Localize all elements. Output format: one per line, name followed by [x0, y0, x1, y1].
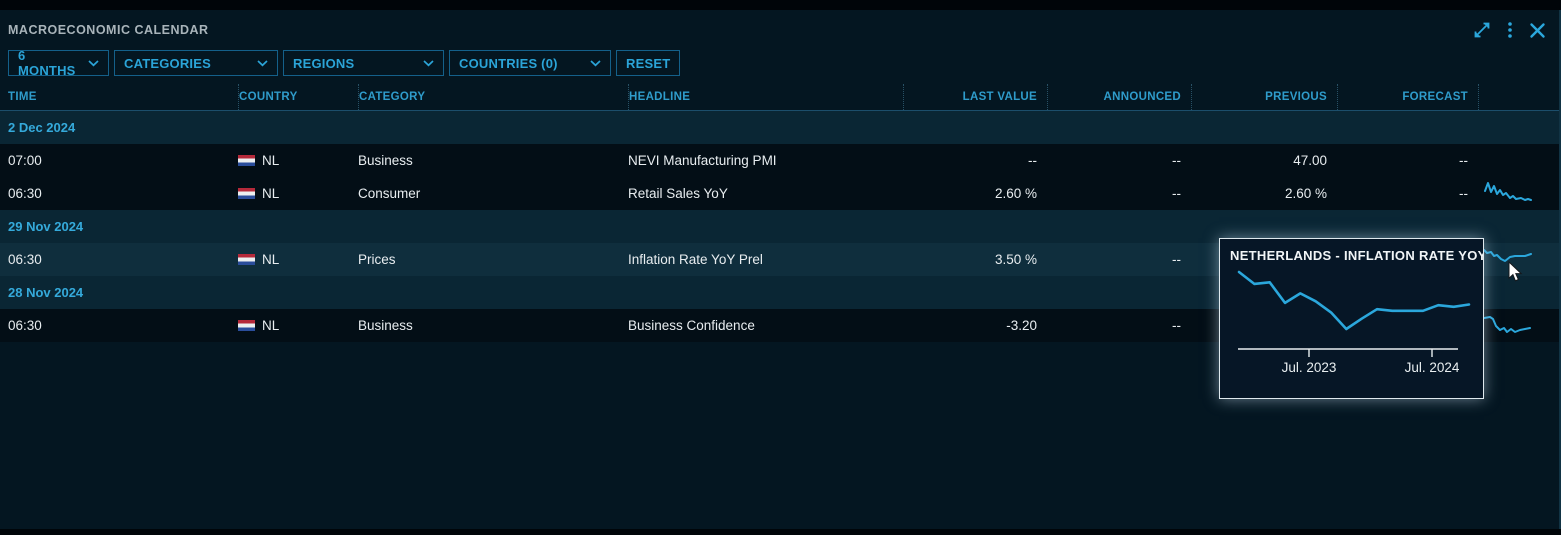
mini-chart-cell[interactable]: [1478, 177, 1559, 210]
categories-select[interactable]: CATEGORIES: [114, 50, 278, 76]
country-code: NL: [262, 153, 279, 168]
announced-cell: --: [1047, 177, 1191, 210]
col-header-category[interactable]: CATEGORY: [358, 84, 628, 110]
categories-select-label: CATEGORIES: [124, 56, 211, 71]
country-cell: NL: [238, 144, 358, 177]
col-header-headline[interactable]: HEADLINE: [628, 84, 903, 110]
col-header-announced[interactable]: ANNOUNCED: [1047, 84, 1191, 110]
mini-chart-cell: [1478, 144, 1559, 177]
headline-cell: Retail Sales YoY: [628, 177, 903, 210]
netherlands-flag-icon: [238, 254, 255, 265]
table-header-row: TIME COUNTRY CATEGORY HEADLINE LAST VALU…: [0, 84, 1559, 111]
announced-cell: --: [1047, 243, 1191, 276]
mouse-cursor-icon: [1508, 261, 1523, 288]
country-code: NL: [262, 318, 279, 333]
last-value-cell: 3.50 %: [903, 243, 1047, 276]
calendar-row[interactable]: 07:00NLBusinessNEVI Manufacturing PMI---…: [0, 144, 1559, 177]
close-icon[interactable]: [1528, 21, 1547, 40]
period-select-label: 6 MONTHS: [18, 48, 80, 78]
bottom-black-strip: [0, 529, 1561, 535]
sparkline-chart[interactable]: [1484, 314, 1534, 337]
date-group-row: 2 Dec 2024: [0, 111, 1559, 144]
netherlands-flag-icon: [238, 320, 255, 331]
widget-title: MACROECONOMIC CALENDAR: [8, 23, 209, 37]
last-value-cell: --: [903, 144, 1047, 177]
calendar-row[interactable]: 06:30NLConsumerRetail Sales YoY2.60 %--2…: [0, 177, 1559, 210]
country-code: NL: [262, 186, 279, 201]
previous-cell: 47.00: [1191, 144, 1337, 177]
headline-cell: Inflation Rate YoY Prel: [628, 243, 903, 276]
time-cell: 06:30: [0, 177, 238, 210]
col-header-forecast[interactable]: FORECAST: [1337, 84, 1478, 110]
netherlands-flag-icon: [238, 155, 255, 166]
last-value-cell: 2.60 %: [903, 177, 1047, 210]
regions-select[interactable]: REGIONS: [283, 50, 444, 76]
country-cell: NL: [238, 243, 358, 276]
time-cell: 07:00: [0, 144, 238, 177]
col-header-previous[interactable]: PREVIOUS: [1191, 84, 1337, 110]
headline-cell: NEVI Manufacturing PMI: [628, 144, 903, 177]
category-cell: Business: [358, 144, 628, 177]
countries-select-label: COUNTRIES (0): [459, 56, 558, 71]
country-code: NL: [262, 252, 279, 267]
country-cell: NL: [238, 309, 358, 342]
category-cell: Business: [358, 309, 628, 342]
widget-titlebar: MACROECONOMIC CALENDAR: [0, 10, 1559, 50]
period-select[interactable]: 6 MONTHS: [8, 50, 109, 76]
screen: MACROECONOMIC CALENDAR: [0, 0, 1561, 535]
forecast-cell: --: [1337, 144, 1478, 177]
previous-cell: 2.60 %: [1191, 177, 1337, 210]
tooltip-title: NETHERLANDS - INFLATION RATE YOY...: [1220, 239, 1483, 265]
col-header-time[interactable]: TIME: [0, 84, 238, 110]
category-cell: Prices: [358, 243, 628, 276]
last-value-cell: -3.20: [903, 309, 1047, 342]
col-header-chart: [1478, 84, 1559, 110]
time-cell: 06:30: [0, 309, 238, 342]
countries-select[interactable]: COUNTRIES (0): [449, 50, 611, 76]
chevron-down-icon: [423, 60, 434, 67]
headline-cell: Business Confidence: [628, 309, 903, 342]
time-cell: 06:30: [0, 243, 238, 276]
kebab-menu-icon[interactable]: [1507, 20, 1513, 40]
tooltip-axis-tick-label: Jul. 2024: [1405, 360, 1460, 375]
regions-select-label: REGIONS: [293, 56, 354, 71]
filter-bar: 6 MONTHS CATEGORIES REGIONS COUNTRIES (0…: [8, 50, 1559, 76]
mini-chart-cell[interactable]: [1478, 309, 1559, 342]
chevron-down-icon: [257, 60, 268, 67]
sparkline-chart[interactable]: [1484, 182, 1534, 205]
col-header-country[interactable]: COUNTRY: [238, 84, 358, 110]
chevron-down-icon: [590, 60, 601, 67]
titlebar-icons: [1472, 20, 1547, 40]
reset-button[interactable]: RESET: [616, 50, 680, 76]
tooltip-line-chart: Jul. 2023 Jul. 2024: [1220, 265, 1481, 383]
announced-cell: --: [1047, 144, 1191, 177]
chevron-down-icon: [88, 60, 99, 67]
top-black-strip: [0, 0, 1561, 10]
netherlands-flag-icon: [238, 188, 255, 199]
reset-button-label: RESET: [626, 56, 670, 71]
macro-chart-tooltip: NETHERLANDS - INFLATION RATE YOY... Jul.…: [1219, 238, 1484, 399]
col-header-last-value[interactable]: LAST VALUE: [903, 84, 1047, 110]
expand-icon[interactable]: [1472, 20, 1492, 40]
forecast-cell: --: [1337, 177, 1478, 210]
tooltip-axis-tick-label: Jul. 2023: [1282, 360, 1337, 375]
announced-cell: --: [1047, 309, 1191, 342]
category-cell: Consumer: [358, 177, 628, 210]
country-cell: NL: [238, 177, 358, 210]
